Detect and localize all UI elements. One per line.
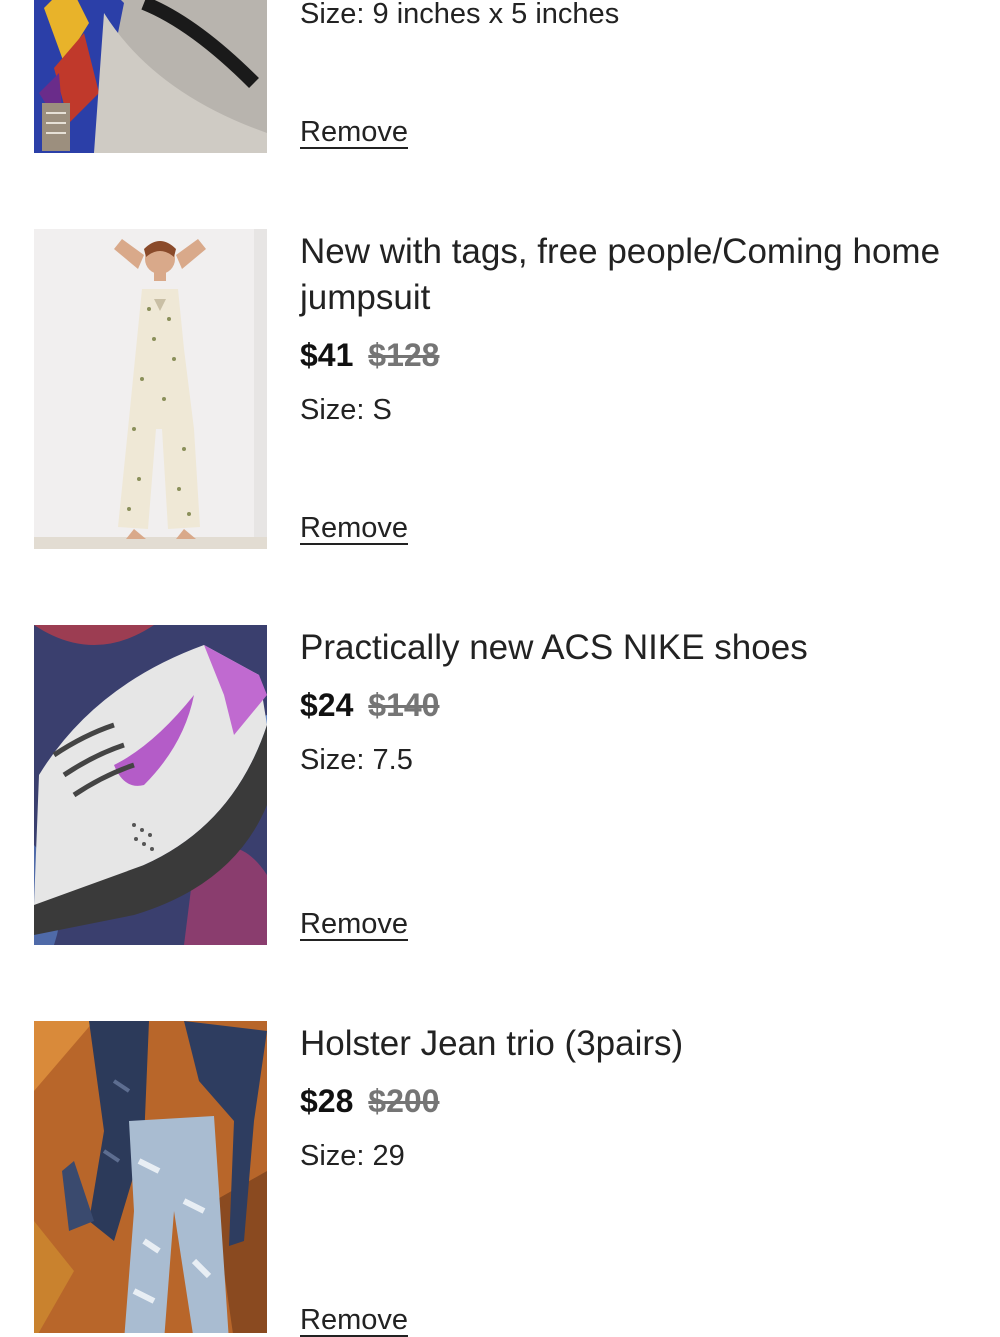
- jumpsuit-photo-icon: [34, 229, 267, 549]
- item-price: $28: [300, 1083, 354, 1119]
- item-size: Size: 9 inches x 5 inches: [300, 0, 620, 30]
- remove-link[interactable]: Remove: [300, 511, 408, 545]
- cart-item: New with tags, free people/Coming home j…: [0, 229, 1000, 589]
- bag-photo-icon: [34, 0, 267, 153]
- item-size: Size: 7.5: [300, 744, 413, 776]
- remove-link[interactable]: Remove: [300, 115, 408, 149]
- item-info: Holster Jean trio (3pairs) $28 $200 Size…: [300, 1021, 960, 1174]
- cart-item: Holster Jean trio (3pairs) $28 $200 Size…: [0, 1021, 1000, 1336]
- item-size: Size: S: [300, 394, 392, 426]
- item-price: $24: [300, 687, 354, 723]
- item-thumbnail[interactable]: [34, 1021, 267, 1333]
- item-info: Practically new ACS NIKE shoes $24 $140 …: [300, 625, 960, 778]
- shoe-photo-icon: [34, 625, 267, 945]
- item-title[interactable]: New with tags, free people/Coming home j…: [300, 229, 960, 321]
- remove-link[interactable]: Remove: [300, 907, 408, 941]
- item-thumbnail[interactable]: [34, 625, 267, 945]
- item-thumbnail[interactable]: [34, 229, 267, 549]
- item-title[interactable]: Practically new ACS NIKE shoes: [300, 625, 960, 671]
- item-original-price: $200: [368, 1083, 440, 1119]
- item-original-price: $140: [368, 687, 440, 723]
- item-size: Size: 29: [300, 1140, 405, 1172]
- item-original-price: $128: [368, 337, 440, 373]
- item-info: Size: 9 inches x 5 inches: [300, 0, 960, 32]
- item-info: New with tags, free people/Coming home j…: [300, 229, 960, 428]
- item-price: $41: [300, 337, 354, 373]
- cart-item: Practically new ACS NIKE shoes $24 $140 …: [0, 625, 1000, 985]
- remove-link[interactable]: Remove: [300, 1303, 408, 1337]
- item-price-row: $28 $200: [300, 1081, 960, 1121]
- item-title[interactable]: Holster Jean trio (3pairs): [300, 1021, 960, 1067]
- item-price-row: $24 $140: [300, 685, 960, 725]
- item-thumbnail[interactable]: [34, 0, 267, 153]
- item-price-row: $41 $128: [300, 335, 960, 375]
- cart-item: Size: 9 inches x 5 inches Remove: [0, 0, 1000, 160]
- jeans-photo-icon: [34, 1021, 267, 1333]
